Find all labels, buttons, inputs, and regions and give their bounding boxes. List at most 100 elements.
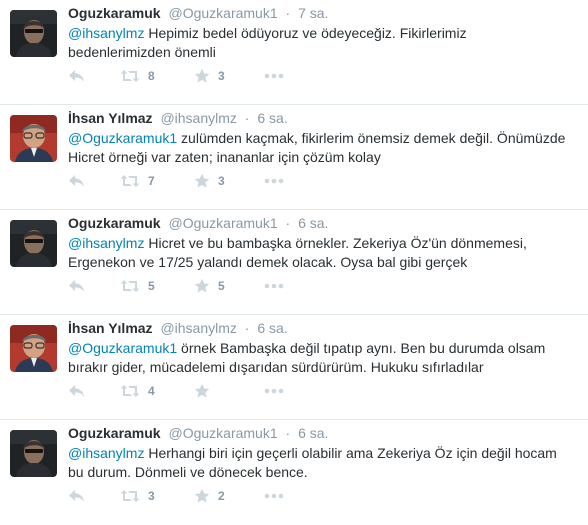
favorite-count: 3 <box>218 69 225 83</box>
separator-dot: · <box>285 5 291 21</box>
author-fullname[interactable]: Oguzkaramuk <box>68 425 161 441</box>
tweet-timestamp[interactable]: 6 sa. <box>257 110 287 126</box>
author-fullname[interactable]: İhsan Yılmaz <box>68 110 153 126</box>
reply-button[interactable] <box>68 171 85 191</box>
tweet-text: @ihsanylmz Hepimiz bedel ödüyoruz ve öde… <box>68 24 573 62</box>
mention-link[interactable]: @ihsanylmz <box>68 235 144 251</box>
tweet-text: @Oguzkaramuk1 örnek Bambaşka değil tıpat… <box>68 339 573 377</box>
author-username[interactable]: @Oguzkaramuk1 <box>168 215 277 231</box>
star-icon <box>194 383 210 398</box>
more-button[interactable] <box>264 486 284 506</box>
star-icon <box>194 173 210 188</box>
favorite-button[interactable]: 2 <box>194 486 225 506</box>
more-icon <box>264 178 284 184</box>
more-icon <box>264 388 284 394</box>
mention-link[interactable]: @Oguzkaramuk1 <box>68 130 177 146</box>
retweet-count: 3 <box>148 489 155 503</box>
timeline: Oguzkaramuk @Oguzkaramuk1 · 7 sa. @ihsan… <box>0 0 588 525</box>
star-icon <box>194 488 210 503</box>
favorite-button[interactable]: 5 <box>194 276 225 296</box>
favorite-button[interactable]: 3 <box>194 171 225 191</box>
retweet-button[interactable]: 3 <box>120 486 155 506</box>
tweet-actions: 5 5 <box>68 276 318 296</box>
mention-link[interactable]: @ihsanylmz <box>68 25 144 41</box>
more-button[interactable] <box>264 381 284 401</box>
tweet-actions: 3 2 <box>68 486 318 506</box>
tweet-timestamp[interactable]: 6 sa. <box>298 425 328 441</box>
more-icon <box>264 493 284 499</box>
separator-dot: · <box>244 110 250 126</box>
retweet-icon <box>120 385 140 397</box>
mention-link[interactable]: @ihsanylmz <box>68 445 144 461</box>
retweet-button[interactable]: 5 <box>120 276 155 296</box>
retweet-icon <box>120 175 140 187</box>
favorite-count: 5 <box>218 279 225 293</box>
reply-button[interactable] <box>68 276 85 296</box>
retweet-icon <box>120 70 140 82</box>
favorite-count: 2 <box>218 489 225 503</box>
reply-button[interactable] <box>68 486 85 506</box>
avatar[interactable] <box>10 115 57 162</box>
retweet-button[interactable]: 8 <box>120 66 155 86</box>
tweet-header: Oguzkaramuk @Oguzkaramuk1 · 6 sa. <box>68 425 328 441</box>
author-username[interactable]: @ihsanylmz <box>160 320 236 336</box>
star-icon <box>194 68 210 83</box>
tweet-header: Oguzkaramuk @Oguzkaramuk1 · 7 sa. <box>68 5 328 21</box>
avatar[interactable] <box>10 325 57 372</box>
avatar[interactable] <box>10 220 57 267</box>
favorite-button[interactable]: 3 <box>194 66 225 86</box>
reply-icon <box>69 385 84 397</box>
retweet-button[interactable]: 7 <box>120 171 155 191</box>
more-button[interactable] <box>264 171 284 191</box>
more-button[interactable] <box>264 276 284 296</box>
retweet-button[interactable]: 4 <box>120 381 155 401</box>
avatar[interactable] <box>10 10 57 57</box>
tweet[interactable]: Oguzkaramuk @Oguzkaramuk1 · 7 sa. @ihsan… <box>0 0 588 105</box>
tweet[interactable]: İhsan Yılmaz @ihsanylmz · 6 sa. @Oguzkar… <box>0 105 588 210</box>
retweet-icon <box>120 490 140 502</box>
retweet-icon <box>120 280 140 292</box>
reply-icon <box>69 70 84 82</box>
retweet-count: 8 <box>148 69 155 83</box>
author-username[interactable]: @Oguzkaramuk1 <box>168 425 277 441</box>
reply-icon <box>69 175 84 187</box>
separator-dot: · <box>285 425 291 441</box>
tweet-timestamp[interactable]: 6 sa. <box>257 320 287 336</box>
reply-button[interactable] <box>68 66 85 86</box>
favorite-button[interactable] <box>194 381 218 401</box>
tweet-timestamp[interactable]: 7 sa. <box>298 5 328 21</box>
author-fullname[interactable]: Oguzkaramuk <box>68 5 161 21</box>
tweet-text: @ihsanylmz Herhangi biri için geçerli ol… <box>68 444 573 482</box>
tweet-header: Oguzkaramuk @Oguzkaramuk1 · 6 sa. <box>68 215 328 231</box>
more-icon <box>264 73 284 79</box>
tweet[interactable]: Oguzkaramuk @Oguzkaramuk1 · 6 sa. @ihsan… <box>0 420 588 525</box>
retweet-count: 4 <box>148 384 155 398</box>
retweet-count: 7 <box>148 174 155 188</box>
reply-icon <box>69 490 84 502</box>
reply-button[interactable] <box>68 381 85 401</box>
tweet[interactable]: İhsan Yılmaz @ihsanylmz · 6 sa. @Oguzkar… <box>0 315 588 420</box>
favorite-count: 3 <box>218 174 225 188</box>
author-fullname[interactable]: İhsan Yılmaz <box>68 320 153 336</box>
tweet-text: @Oguzkaramuk1 zulümden kaçmak, fikirleri… <box>68 129 573 167</box>
avatar[interactable] <box>10 430 57 477</box>
tweet-text: @ihsanylmz Hicret ve bu bambaşka örnekle… <box>68 234 573 272</box>
reply-icon <box>69 280 84 292</box>
mention-link[interactable]: @Oguzkaramuk1 <box>68 340 177 356</box>
tweet-actions: 7 3 <box>68 171 318 191</box>
retweet-count: 5 <box>148 279 155 293</box>
tweet-header: İhsan Yılmaz @ihsanylmz · 6 sa. <box>68 320 288 336</box>
tweet[interactable]: Oguzkaramuk @Oguzkaramuk1 · 6 sa. @ihsan… <box>0 210 588 315</box>
author-username[interactable]: @Oguzkaramuk1 <box>168 5 277 21</box>
separator-dot: · <box>285 215 291 231</box>
tweet-actions: 4 <box>68 381 318 401</box>
tweet-header: İhsan Yılmaz @ihsanylmz · 6 sa. <box>68 110 288 126</box>
more-button[interactable] <box>264 66 284 86</box>
tweet-actions: 8 3 <box>68 66 318 86</box>
author-fullname[interactable]: Oguzkaramuk <box>68 215 161 231</box>
star-icon <box>194 278 210 293</box>
separator-dot: · <box>244 320 250 336</box>
author-username[interactable]: @ihsanylmz <box>160 110 236 126</box>
tweet-timestamp[interactable]: 6 sa. <box>298 215 328 231</box>
more-icon <box>264 283 284 289</box>
